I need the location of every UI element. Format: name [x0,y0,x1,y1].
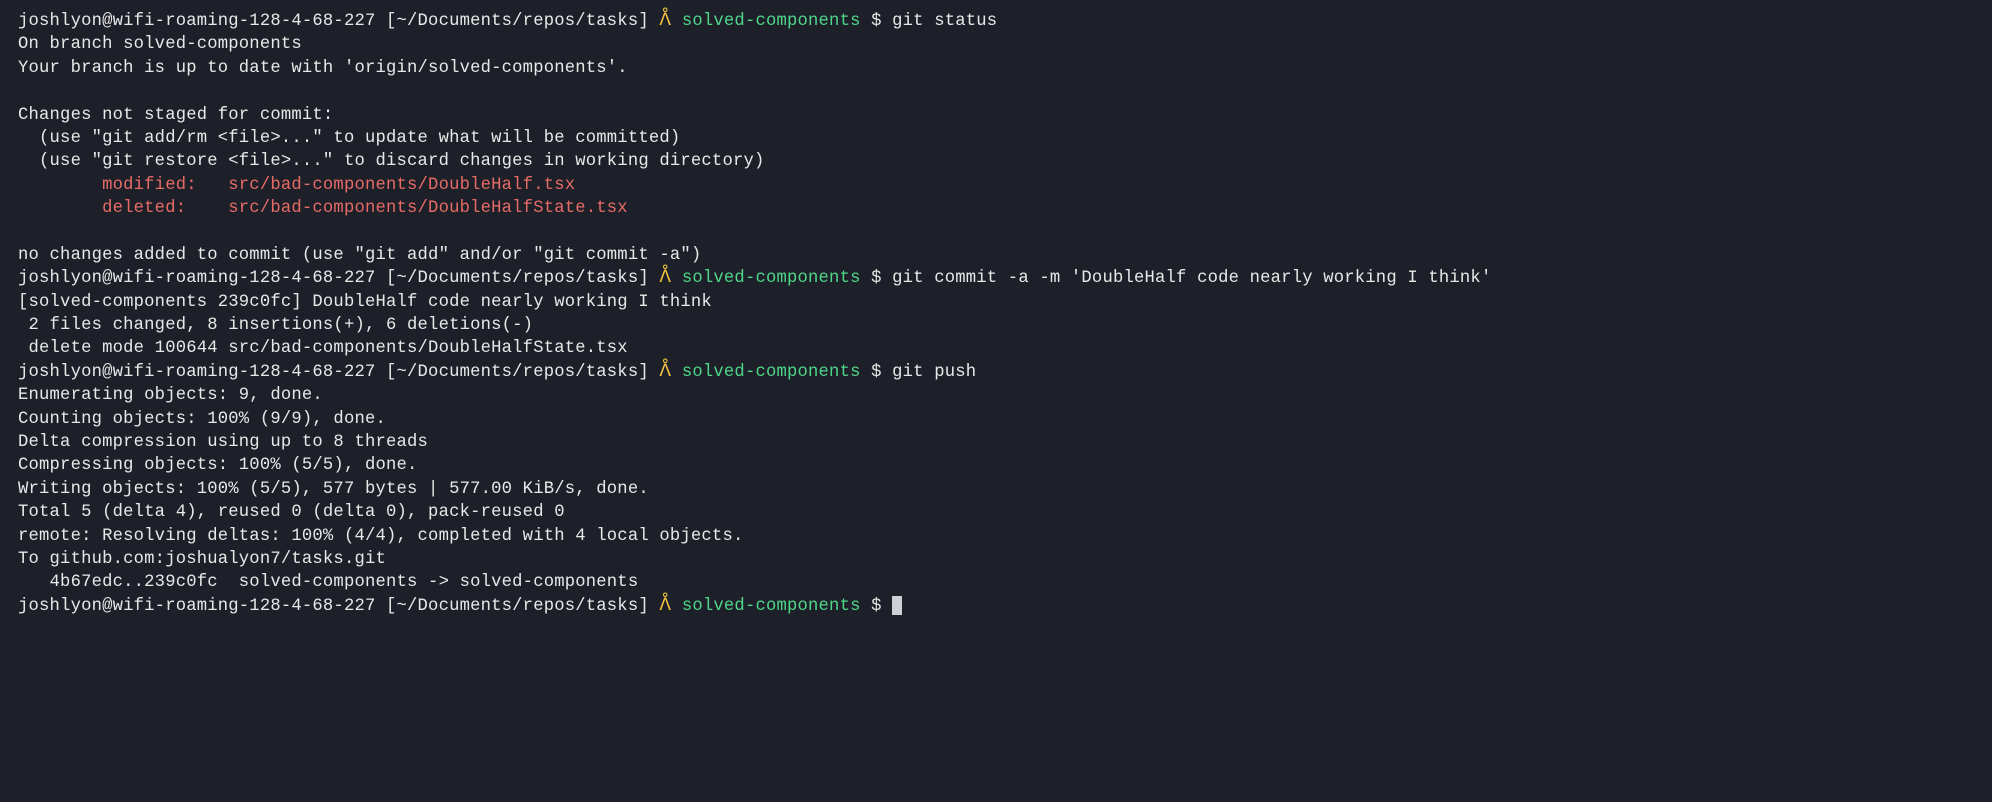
lambda-icon: ᐰ [659,12,681,31]
command-text[interactable]: git commit -a -m 'DoubleHalf code nearly… [892,269,1491,288]
prompt-path: [~/Documents/repos/tasks] [386,12,659,31]
output-line: To github.com:joshualyon7/tasks.git [18,548,1974,571]
command-text[interactable]: git push [892,363,976,382]
prompt-path: [~/Documents/repos/tasks] [386,363,659,382]
lambda-icon: ᐰ [659,597,681,616]
prompt-line[interactable]: joshlyon@wifi-roaming-128-4-68-227 [~/Do… [18,10,1974,33]
output-line: Compressing objects: 100% (5/5), done. [18,454,1974,477]
output-line: modified: src/bad-components/DoubleHalf.… [18,174,1974,197]
prompt-dollar: $ [871,269,892,288]
command-text[interactable]: git status [892,12,997,31]
prompt-user-host: joshlyon@wifi-roaming-128-4-68-227 [18,12,386,31]
output-line [18,221,1974,244]
prompt-branch: solved-components [682,269,871,288]
lambda-icon: ᐰ [659,363,681,382]
output-line: Writing objects: 100% (5/5), 577 bytes |… [18,478,1974,501]
output-line: Delta compression using up to 8 threads [18,431,1974,454]
prompt-line[interactable]: joshlyon@wifi-roaming-128-4-68-227 [~/Do… [18,595,1974,618]
prompt-user-host: joshlyon@wifi-roaming-128-4-68-227 [18,597,386,616]
output-line: 4b67edc..239c0fc solved-components -> so… [18,571,1974,594]
prompt-dollar: $ [871,597,892,616]
output-line: Your branch is up to date with 'origin/s… [18,57,1974,80]
prompt-branch: solved-components [682,597,871,616]
output-line: 2 files changed, 8 insertions(+), 6 dele… [18,314,1974,337]
cursor [892,596,902,615]
prompt-dollar: $ [871,12,892,31]
output-line: Counting objects: 100% (9/9), done. [18,408,1974,431]
prompt-dollar: $ [871,363,892,382]
output-line [18,80,1974,103]
prompt-line[interactable]: joshlyon@wifi-roaming-128-4-68-227 [~/Do… [18,361,1974,384]
output-line: (use "git restore <file>..." to discard … [18,150,1974,173]
prompt-branch: solved-components [682,12,871,31]
output-line: On branch solved-components [18,33,1974,56]
prompt-path: [~/Documents/repos/tasks] [386,269,659,288]
output-line: Enumerating objects: 9, done. [18,384,1974,407]
prompt-branch: solved-components [682,363,871,382]
output-line: Changes not staged for commit: [18,104,1974,127]
prompt-line[interactable]: joshlyon@wifi-roaming-128-4-68-227 [~/Do… [18,267,1974,290]
lambda-icon: ᐰ [659,269,681,288]
output-line: remote: Resolving deltas: 100% (4/4), co… [18,525,1974,548]
output-line: deleted: src/bad-components/DoubleHalfSt… [18,197,1974,220]
output-line: (use "git add/rm <file>..." to update wh… [18,127,1974,150]
prompt-user-host: joshlyon@wifi-roaming-128-4-68-227 [18,363,386,382]
terminal[interactable]: joshlyon@wifi-roaming-128-4-68-227 [~/Do… [0,0,1992,628]
output-line: [solved-components 239c0fc] DoubleHalf c… [18,291,1974,314]
output-line: no changes added to commit (use "git add… [18,244,1974,267]
prompt-path: [~/Documents/repos/tasks] [386,597,659,616]
prompt-user-host: joshlyon@wifi-roaming-128-4-68-227 [18,269,386,288]
output-line: Total 5 (delta 4), reused 0 (delta 0), p… [18,501,1974,524]
output-line: delete mode 100644 src/bad-components/Do… [18,337,1974,360]
